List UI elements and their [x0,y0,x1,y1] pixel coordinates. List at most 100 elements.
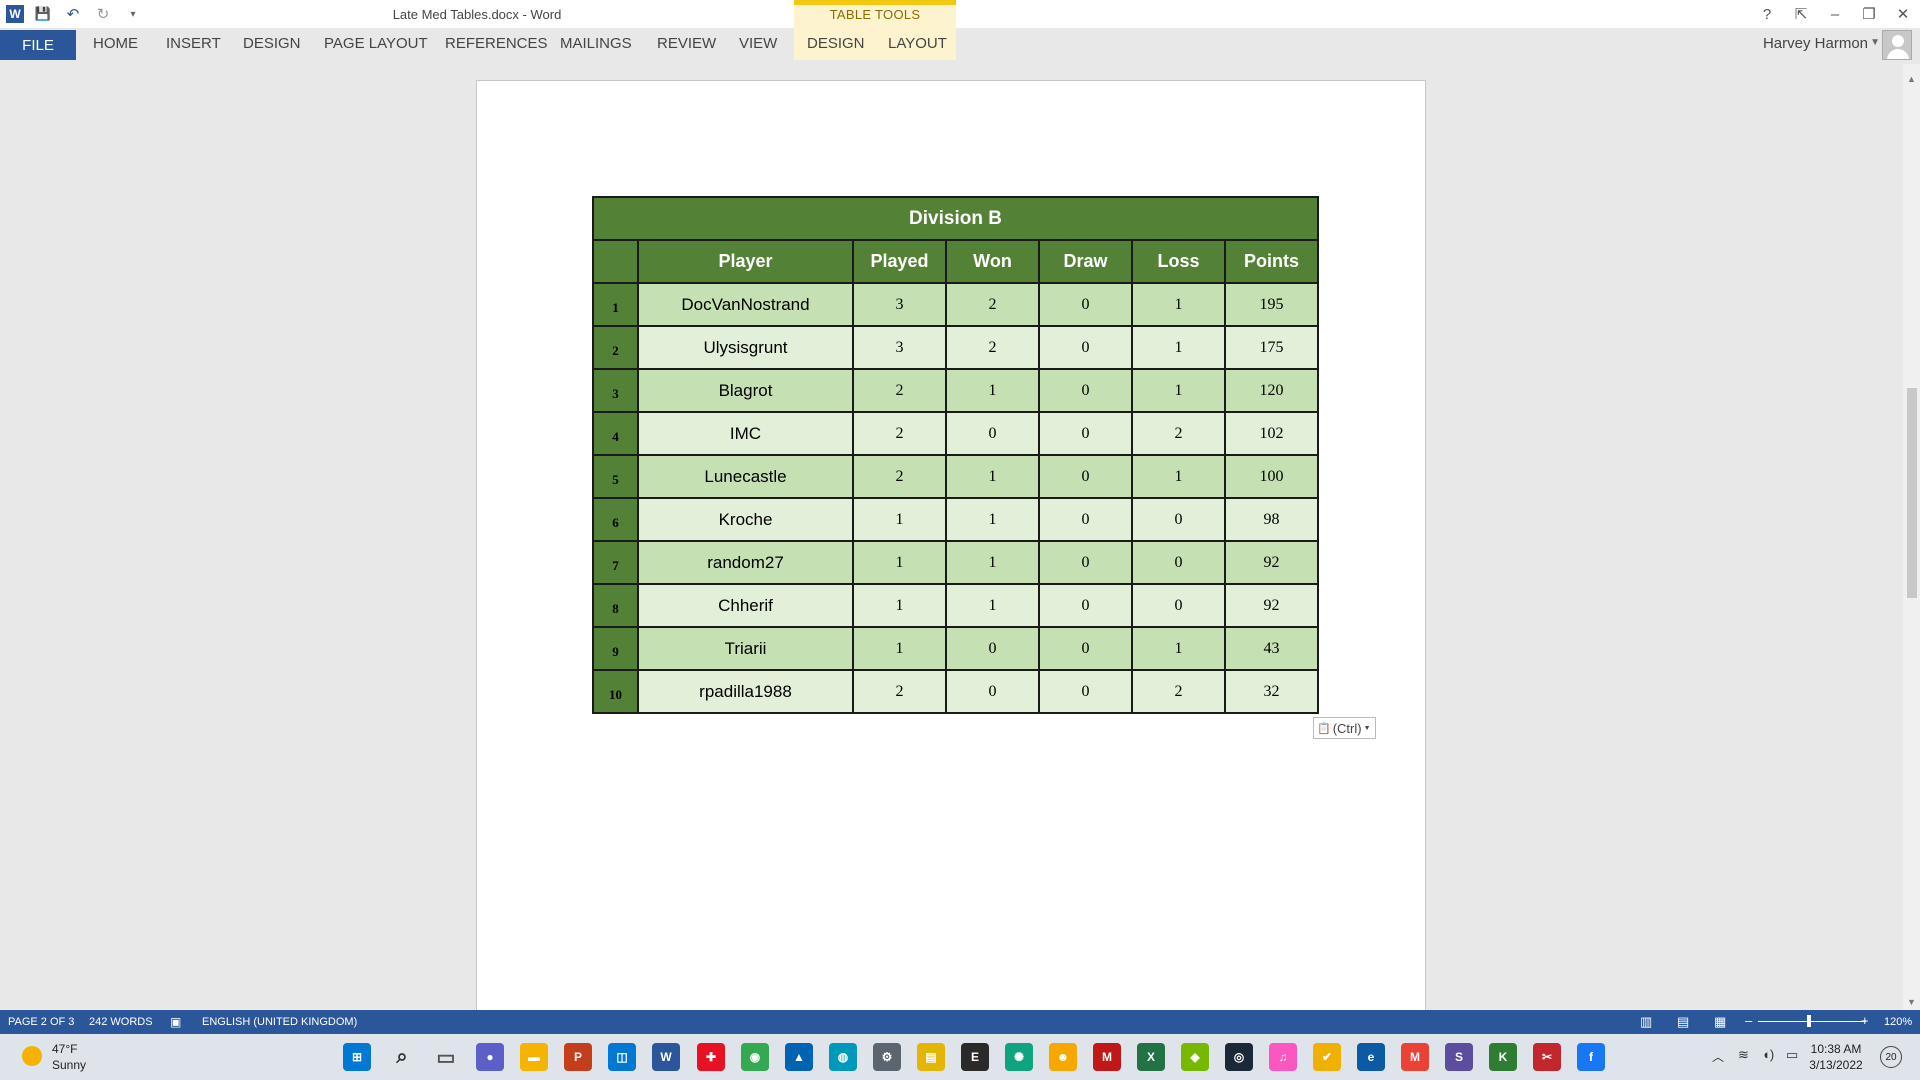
norton-icon[interactable]: ✔ [1313,1043,1341,1071]
rank-cell[interactable]: 4 [592,411,639,456]
points-cell[interactable]: 102 [1224,411,1319,456]
played-header[interactable]: Played [852,239,947,284]
k-app-icon[interactable]: K [1489,1043,1517,1071]
ribbon-display-options-icon[interactable]: ⇱ [1784,0,1818,28]
scroll-down-icon[interactable]: ▼ [1903,993,1920,1010]
tab-mailings[interactable]: MAILINGS [560,35,632,52]
zoom-level[interactable]: 120% [1884,1016,1912,1028]
rank-cell[interactable]: 5 [592,454,639,499]
rank-header[interactable] [592,239,639,284]
tray-chevron-up-icon[interactable]: ︿ [1712,1048,1724,1065]
tab-view[interactable]: VIEW [739,35,777,52]
loss-cell[interactable]: 1 [1131,325,1226,370]
close-button[interactable]: ✕ [1886,0,1920,28]
loss-cell[interactable]: 0 [1131,583,1226,628]
draw-cell[interactable]: 0 [1038,411,1133,456]
played-cell[interactable]: 1 [852,626,947,671]
document-page[interactable]: Division B Player Played Won Draw Loss Points… [476,80,1426,1010]
tab-home[interactable]: HOME [93,35,138,52]
won-header[interactable]: Won [945,239,1040,284]
played-cell[interactable]: 1 [852,497,947,542]
rank-cell[interactable]: 6 [592,497,639,542]
points-cell[interactable]: 98 [1224,497,1319,542]
won-cell[interactable]: 1 [945,497,1040,542]
loss-cell[interactable]: 2 [1131,669,1226,714]
played-cell[interactable]: 2 [852,669,947,714]
scroll-thumb[interactable] [1907,388,1917,598]
web-layout-icon[interactable]: ▦ [1714,1014,1726,1030]
won-cell[interactable]: 1 [945,583,1040,628]
photos-icon[interactable]: ▲ [785,1043,813,1071]
proofing-icon[interactable]: ▣ [170,1015,181,1029]
clock-date[interactable]: 3/13/2022 [1806,1058,1866,1072]
weather-condition[interactable]: Sunny [52,1058,86,1072]
draw-cell[interactable]: 0 [1038,325,1133,370]
player-cell[interactable]: random27 [637,540,854,585]
played-cell[interactable]: 2 [852,368,947,413]
draw-cell[interactable]: 0 [1038,626,1133,671]
wifi-icon[interactable]: ≋ [1738,1047,1749,1063]
loss-cell[interactable]: 1 [1131,368,1226,413]
chrome-icon[interactable]: ◉ [741,1043,769,1071]
points-cell[interactable]: 92 [1224,583,1319,628]
rank-cell[interactable]: 10 [592,669,639,714]
app-face-icon[interactable]: ☻ [1049,1043,1077,1071]
notifications-badge[interactable]: 20 [1880,1046,1902,1068]
draw-cell[interactable]: 0 [1038,368,1133,413]
settings-icon[interactable]: ⚙ [873,1043,901,1071]
won-cell[interactable]: 1 [945,454,1040,499]
rank-cell[interactable]: 7 [592,540,639,585]
table-title[interactable]: Division B [592,196,1319,241]
won-cell[interactable]: 0 [945,411,1040,456]
player-cell[interactable]: Chherif [637,583,854,628]
chatgpt-icon[interactable]: ✺ [1005,1043,1033,1071]
tab-table-design[interactable]: DESIGN [807,35,865,52]
zoom-slider-track[interactable] [1758,1021,1866,1022]
loss-cell[interactable]: 1 [1131,282,1226,327]
tab-design[interactable]: DESIGN [243,35,301,52]
played-cell[interactable]: 1 [852,583,947,628]
player-cell[interactable]: IMC [637,411,854,456]
nvidia-icon[interactable]: ◆ [1181,1043,1209,1071]
store-icon[interactable]: ◫ [608,1043,636,1071]
draw-cell[interactable]: 0 [1038,282,1133,327]
division-table[interactable]: Division B Player Played Won Draw Loss Points… [592,196,1319,714]
points-cell[interactable]: 100 [1224,454,1319,499]
facebook-icon[interactable]: f [1577,1043,1605,1071]
start-icon[interactable]: ⊞ [343,1043,371,1071]
player-cell[interactable]: Kroche [637,497,854,542]
excel-icon[interactable]: X [1137,1043,1165,1071]
teams-chat-icon[interactable]: ● [476,1043,504,1071]
steam-icon[interactable]: ◎ [1225,1043,1253,1071]
rank-cell[interactable]: 1 [592,282,639,327]
rank-cell[interactable]: 8 [592,583,639,628]
loss-cell[interactable]: 1 [1131,626,1226,671]
language[interactable]: ENGLISH (UNITED KINGDOM) [202,1016,357,1028]
loss-cell[interactable]: 0 [1131,540,1226,585]
loss-header[interactable]: Loss [1131,239,1226,284]
restore-button[interactable]: ❐ [1852,0,1886,28]
user-name[interactable]: Harvey Harmon [1763,35,1868,52]
points-header[interactable]: Points [1224,239,1319,284]
zoom-in-button[interactable]: + [1861,1013,1869,1028]
tips-icon[interactable]: ◍ [829,1043,857,1071]
player-cell[interactable]: rpadilla1988 [637,669,854,714]
user-menu-chevron-icon[interactable]: ▼ [1870,37,1880,48]
itunes-icon[interactable]: ♫ [1269,1043,1297,1071]
print-layout-icon[interactable]: ▤ [1677,1014,1689,1030]
search-icon[interactable]: ⌕ [388,1043,416,1071]
sway-icon[interactable]: S [1445,1043,1473,1071]
powerpoint-icon[interactable]: P [564,1043,592,1071]
rank-cell[interactable]: 3 [592,368,639,413]
rank-cell[interactable]: 9 [592,626,639,671]
draw-cell[interactable]: 0 [1038,540,1133,585]
played-cell[interactable]: 3 [852,282,947,327]
points-cell[interactable]: 32 [1224,669,1319,714]
player-header[interactable]: Player [637,239,854,284]
help-button[interactable]: ? [1750,0,1784,28]
draw-cell[interactable]: 0 [1038,454,1133,499]
weather-temperature[interactable]: 47°F [52,1042,77,1056]
read-mode-icon[interactable]: ▥ [1640,1014,1652,1030]
player-cell[interactable]: Blagrot [637,368,854,413]
clock-time[interactable]: 10:38 AM [1806,1042,1866,1056]
